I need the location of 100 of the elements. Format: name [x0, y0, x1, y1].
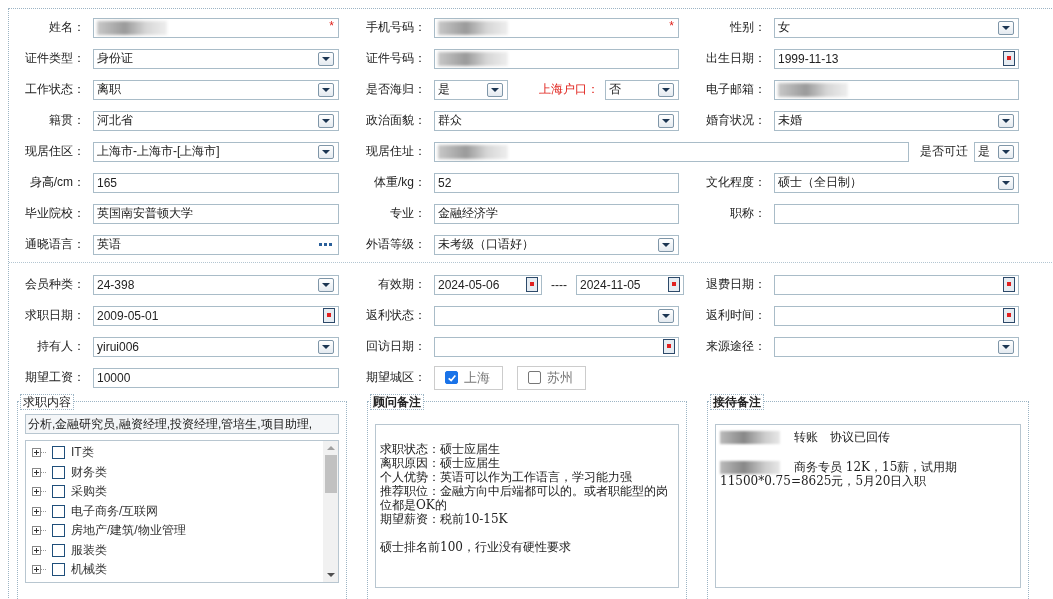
checkbox[interactable]	[52, 563, 65, 577]
select-field[interactable]	[434, 305, 679, 326]
tree-item[interactable]: 电子商务/互联网	[71, 502, 159, 520]
panel-title: 接待备注	[710, 394, 764, 410]
checkbox[interactable]	[52, 446, 65, 460]
select-field[interactable]: 否	[605, 79, 679, 100]
expand-icon[interactable]	[32, 526, 41, 536]
select-field[interactable]: 上海市-上海市-[上海市]	[93, 141, 339, 162]
select-field[interactable]: 未婚	[774, 110, 1019, 131]
note-text: 11500*0.75=8625元，5月20日入职	[720, 474, 927, 488]
blurred-patch	[97, 20, 167, 35]
date-field[interactable]	[434, 336, 679, 357]
calendar-icon[interactable]	[323, 308, 335, 323]
range-separator: ----	[551, 277, 567, 292]
checkbox[interactable]	[52, 485, 65, 499]
blurred-patch	[720, 430, 780, 444]
calendar-icon[interactable]	[1003, 277, 1015, 292]
note-text: 离职原因：硕士应届生	[380, 456, 500, 470]
calendar-icon[interactable]	[1003, 51, 1015, 66]
blurred-patch	[438, 144, 508, 159]
select-field[interactable]: 未考级（口语好）	[434, 234, 679, 255]
tree-item[interactable]: 采购类	[71, 483, 107, 501]
tree-item[interactable]: IT类	[71, 444, 94, 462]
more-icon[interactable]	[319, 243, 332, 246]
field-label: 回访日期：	[365, 338, 427, 355]
text-field[interactable]: *	[434, 17, 679, 38]
field-label: 有效期：	[377, 276, 427, 293]
select-field[interactable]	[774, 336, 1019, 357]
text-field[interactable]: 英国南安普顿大学	[93, 203, 339, 224]
select-field[interactable]: 是	[434, 79, 508, 100]
field-label: 籍贯：	[48, 112, 86, 129]
tree-item[interactable]: 机械类	[71, 561, 107, 579]
select-field[interactable]: 身份证	[93, 48, 339, 69]
checkbox[interactable]	[52, 543, 65, 557]
tree-item[interactable]: 财务类	[71, 463, 107, 481]
select-field[interactable]: 河北省	[93, 110, 339, 131]
text-field[interactable]: 金融经济学	[434, 203, 679, 224]
notes-box[interactable]: 求职状态：硕士应届生 离职原因：硕士应届生 个人优势：英语可以作为工作语言，学习能力强 推荐职位：金融方向中后端都可以的。或者职能型的岗位都是OK的 期望薪资：税前10-15K 硕士排名前100，行业没有硬性要求	[375, 424, 679, 588]
date-field[interactable]: 2009-05-01	[93, 305, 339, 326]
text-field[interactable]: 分析,金融研究员,融资经理,投资经理,管培生,项目助理,	[25, 414, 339, 434]
field-label: 求职日期：	[24, 307, 86, 324]
text-field[interactable]	[434, 48, 679, 69]
field-label: 持有人：	[36, 338, 86, 355]
expand-icon[interactable]	[32, 467, 41, 477]
select-field[interactable]: yirui006	[93, 336, 339, 357]
text-field[interactable]: 52	[434, 172, 679, 193]
scrollbar[interactable]	[323, 441, 338, 582]
date-field[interactable]	[774, 274, 1019, 295]
date-field[interactable]: 2024-11-05	[576, 274, 684, 295]
blurred-patch	[778, 82, 848, 97]
note-text: 转账 协议已回传	[794, 430, 890, 444]
text-field[interactable]	[774, 79, 1019, 100]
calendar-icon[interactable]	[1003, 308, 1015, 323]
tree-item[interactable]: 服装类	[71, 541, 107, 559]
field-label: 退费日期：	[705, 276, 767, 293]
checkbox[interactable]	[52, 524, 65, 538]
text-field[interactable]	[774, 203, 1019, 224]
expand-icon[interactable]	[32, 565, 41, 575]
blurred-patch	[720, 460, 780, 474]
field-label: 期望工资：	[24, 369, 86, 386]
text-field[interactable]	[434, 141, 909, 162]
city-option[interactable]: 苏州	[517, 365, 586, 390]
text-field[interactable]: 10000	[93, 367, 339, 388]
field-label: 体重/kg：	[373, 174, 427, 191]
panel-title: 顾问备注	[370, 394, 424, 410]
city-option[interactable]: 上海	[434, 365, 503, 390]
date-field[interactable]	[774, 305, 1019, 326]
note-text: 商务专员 12K，15薪，试用期	[794, 460, 958, 474]
expand-icon[interactable]	[32, 448, 41, 458]
select-field[interactable]: 女	[774, 17, 1019, 38]
checkbox[interactable]	[445, 371, 458, 384]
checkbox[interactable]	[528, 371, 541, 384]
field-label: 现居住区：	[24, 143, 86, 160]
date-field[interactable]: 1999-11-13	[774, 48, 1019, 69]
select-field[interactable]: 硕士（全日制）	[774, 172, 1019, 193]
text-field[interactable]: 165	[93, 172, 339, 193]
field-label: 返利时间：	[705, 307, 767, 324]
expand-icon[interactable]	[32, 545, 41, 555]
select-field[interactable]: 群众	[434, 110, 679, 131]
select-field[interactable]: 是	[974, 141, 1019, 162]
calendar-icon[interactable]	[526, 277, 538, 292]
blurred-patch	[438, 51, 508, 66]
text-field[interactable]: 英语	[93, 234, 339, 255]
date-field[interactable]: 2024-05-06	[434, 274, 542, 295]
checkbox[interactable]	[52, 465, 65, 479]
field-label: 外语等级：	[365, 236, 427, 253]
field-label: 现居住址：	[365, 143, 427, 160]
tree-item[interactable]: 房地产/建筑/物业管理	[71, 522, 186, 540]
field-label: 工作状态：	[24, 81, 86, 98]
text-field[interactable]: *	[93, 17, 339, 38]
calendar-icon[interactable]	[663, 339, 675, 354]
notes-box[interactable]: 转账 协议已回传 商务专员 12K，15薪，试用期 11500*0.75=8625元，5月20日入职	[715, 424, 1021, 588]
required-mark: *	[669, 18, 674, 33]
expand-icon[interactable]	[32, 506, 41, 516]
expand-icon[interactable]	[32, 487, 41, 497]
checkbox[interactable]	[52, 504, 65, 518]
select-field[interactable]: 离职	[93, 79, 339, 100]
select-field[interactable]: 24-398	[93, 274, 339, 295]
field-label: 通晓语言：	[24, 236, 86, 253]
calendar-icon[interactable]	[668, 277, 680, 292]
